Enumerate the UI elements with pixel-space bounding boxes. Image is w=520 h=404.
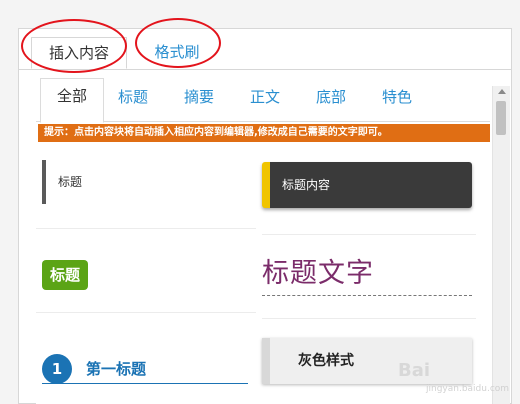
divider [36,228,256,229]
category-tab-footer[interactable]: 底部 [316,86,346,107]
template-dark-title[interactable]: 标题内容 [262,162,472,208]
watermark-url: jingyan.baidu.com [426,384,510,394]
template-purple-title[interactable]: 标题文字 [262,254,472,296]
template-green-badge-title[interactable]: 标题 [42,260,89,290]
category-tab-body[interactable]: 正文 [250,86,280,107]
tip-banner: 提示：点击内容块将自动插入相应内容到编辑器,修改成自己需要的文字即可。 [38,124,490,142]
divider [262,234,476,235]
template-gray-style[interactable]: 灰色样式 [262,338,472,384]
divider [36,312,256,313]
category-tab-special[interactable]: 特色 [382,86,412,107]
template-numbered-title[interactable]: 1 第一标题 [42,348,248,384]
scroll-up-icon[interactable] [498,89,506,94]
tab-divider [19,69,511,70]
tab-insert-content[interactable]: 插入内容 [31,37,127,69]
numbered-title-text: 第一标题 [86,360,147,378]
scrollbar[interactable] [492,86,510,404]
category-tab-all[interactable]: 全部 [40,78,104,123]
category-tab-title[interactable]: 标题 [118,86,148,107]
number-badge: 1 [42,354,72,384]
divider [262,318,476,319]
category-tab-summary[interactable]: 摘要 [184,86,214,107]
template-library: 全部 标题 摘要 正文 底部 特色 提示：点击内容块将自动插入相应内容到编辑器,… [36,72,510,404]
scrollbar-thumb[interactable] [496,101,506,135]
tab-format-painter[interactable]: 格式刷 [137,37,217,69]
watermark-logo: Bai [398,360,431,381]
category-tabs: 全部 标题 摘要 正文 底部 特色 [36,72,490,123]
editor-plugin-window: 插入内容 格式刷 全部 标题 摘要 正文 底部 特色 提示：点击内容块将自动插入… [0,0,520,404]
template-plain-title[interactable]: 标题 [42,160,242,204]
